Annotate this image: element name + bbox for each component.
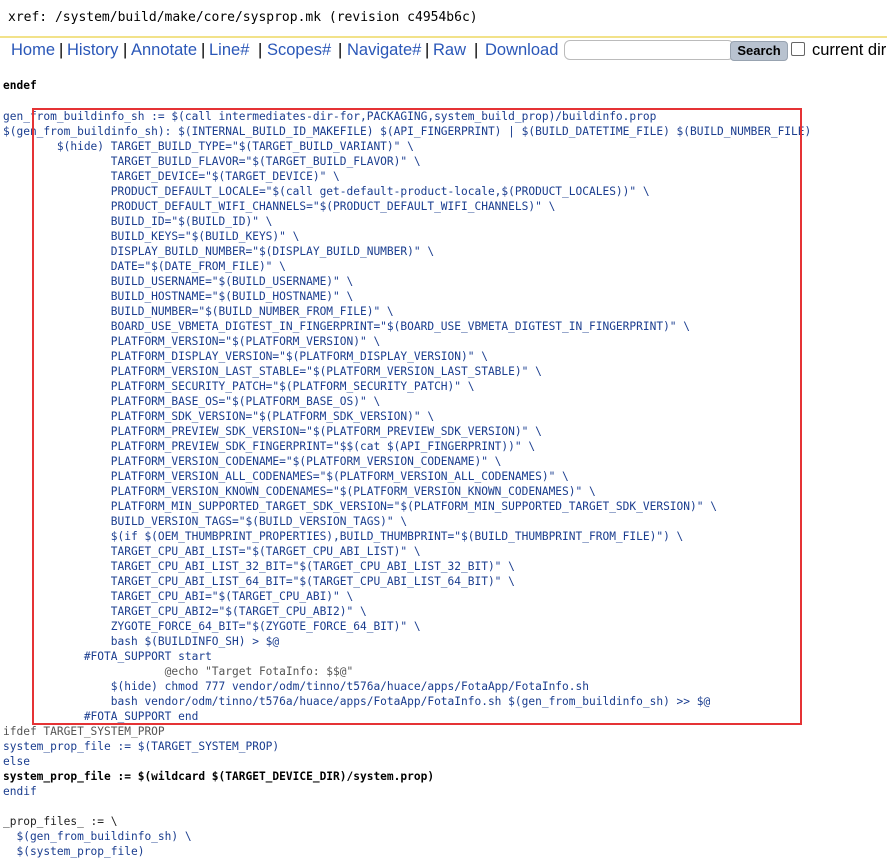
nav-line-link[interactable]: Line# [209, 41, 249, 60]
code-line: BUILD_USERNAME="$(BUILD_USERNAME)" \ [3, 275, 354, 288]
nav-bar: Home | History | Annotate | Line# | Scop… [0, 38, 887, 66]
nav-separator: | [474, 41, 479, 59]
code-comment: ifdef TARGET_SYSTEM_PROP [3, 725, 165, 738]
code-line: BUILD_NUMBER="$(BUILD_NUMBER_FROM_FILE)"… [3, 305, 394, 318]
nav-home-link[interactable]: Home [11, 41, 55, 60]
search-input[interactable] [564, 40, 734, 60]
nav-navigate-link[interactable]: Navigate# [347, 41, 421, 60]
code-line: PLATFORM_SECURITY_PATCH="$(PLATFORM_SECU… [3, 380, 475, 393]
code-line: PLATFORM_VERSION="$(PLATFORM_VERSION)" \ [3, 335, 381, 348]
code-line: PLATFORM_PREVIEW_SDK_FINGERPRINT="$$(cat… [3, 440, 536, 453]
code-line: $(system_prop_file) [3, 845, 145, 858]
nav-separator: | [201, 41, 206, 59]
nav-annotate-link[interactable]: Annotate [131, 41, 197, 60]
code-line: PLATFORM_VERSION_ALL_CODENAMES="$(PLATFO… [3, 470, 569, 483]
code-comment: @echo "Target FotaInfo: $$@" [3, 665, 354, 678]
page-title: xref: /system/build/make/core/sysprop.mk… [8, 10, 478, 25]
code-line: bash $(BUILDINFO_SH) > $@ [3, 635, 280, 648]
code-line: TARGET_CPU_ABI2="$(TARGET_CPU_ABI2)" \ [3, 605, 367, 618]
nav-separator: | [258, 41, 263, 59]
code-line: else [3, 755, 30, 768]
code-line: #FOTA_SUPPORT end [3, 710, 199, 723]
source-code-view: endef gen_from_buildinfo_sh := $(call in… [3, 66, 887, 866]
code-line: BUILD_KEYS="$(BUILD_KEYS)" \ [3, 230, 300, 243]
nav-raw-link[interactable]: Raw [433, 41, 466, 60]
code-line: BUILD_HOSTNAME="$(BUILD_HOSTNAME)" \ [3, 290, 354, 303]
code-line: $(gen_from_buildinfo_sh) \ [3, 830, 192, 843]
code-line: DISPLAY_BUILD_NUMBER="$(DISPLAY_BUILD_NU… [3, 245, 435, 258]
current-dir-checkbox[interactable] [791, 42, 805, 56]
code-line: BUILD_VERSION_TAGS="$(BUILD_VERSION_TAGS… [3, 515, 408, 528]
code-line: TARGET_CPU_ABI="$(TARGET_CPU_ABI)" \ [3, 590, 354, 603]
code-line: PLATFORM_VERSION_LAST_STABLE="$(PLATFORM… [3, 365, 542, 378]
code-line: $(hide) TARGET_BUILD_TYPE="$(TARGET_BUIL… [3, 140, 414, 153]
code-line: PLATFORM_MIN_SUPPORTED_TARGET_SDK_VERSIO… [3, 500, 717, 513]
code-line: system_prop_file := $(wildcard $(TARGET_… [3, 770, 435, 783]
current-dir-label: current dir [812, 41, 887, 59]
code-line: PLATFORM_BASE_OS="$(PLATFORM_BASE_OS)" \ [3, 395, 381, 408]
code-line: DATE="$(DATE_FROM_FILE)" \ [3, 260, 286, 273]
nav-download-link[interactable]: Download [485, 41, 558, 60]
code-line: PLATFORM_PREVIEW_SDK_VERSION="$(PLATFORM… [3, 425, 542, 438]
code-line: TARGET_BUILD_FLAVOR="$(TARGET_BUILD_FLAV… [3, 155, 421, 168]
code-line: TARGET_CPU_ABI_LIST="$(TARGET_CPU_ABI_LI… [3, 545, 421, 558]
code-line: $(gen_from_buildinfo_sh): $(INTERNAL_BUI… [3, 125, 812, 138]
code-line: system_prop_file := $(TARGET_SYSTEM_PROP… [3, 740, 280, 753]
nav-separator: | [59, 41, 64, 59]
code-line: TARGET_CPU_ABI_LIST_32_BIT="$(TARGET_CPU… [3, 560, 515, 573]
code-line: PLATFORM_VERSION_CODENAME="$(PLATFORM_VE… [3, 455, 502, 468]
nav-history-link[interactable]: History [67, 41, 118, 60]
header-bar: xref: /system/build/make/core/sysprop.mk… [0, 0, 887, 38]
code-line: PRODUCT_DEFAULT_LOCALE="$(call get-defau… [3, 185, 650, 198]
code-line: TARGET_CPU_ABI_LIST_64_BIT="$(TARGET_CPU… [3, 575, 515, 588]
code-line: $(if $(OEM_THUMBPRINT_PROPERTIES),BUILD_… [3, 530, 684, 543]
nav-separator: | [338, 41, 343, 59]
code-line: BOARD_USE_VBMETA_DIGTEST_IN_FINGERPRINT=… [3, 320, 691, 333]
code-line: PRODUCT_DEFAULT_WIFI_CHANNELS="$(PRODUCT… [3, 200, 556, 213]
code-line: $(hide) chmod 777 vendor/odm/tinno/t576a… [3, 680, 589, 693]
code-line: _prop_files_ := \ [3, 815, 118, 828]
search-button[interactable]: Search [730, 41, 788, 61]
code-line: ZYGOTE_FORCE_64_BIT="$(ZYGOTE_FORCE_64_B… [3, 620, 421, 633]
code-line: endef [3, 79, 37, 92]
code-line: bash vendor/odm/tinno/t576a/huace/apps/F… [3, 695, 711, 708]
code-line: TARGET_DEVICE="$(TARGET_DEVICE)" \ [3, 170, 340, 183]
code-line: BUILD_ID="$(BUILD_ID)" \ [3, 215, 273, 228]
code-line: PLATFORM_DISPLAY_VERSION="$(PLATFORM_DIS… [3, 350, 488, 363]
nav-separator: | [425, 41, 430, 59]
nav-scopes-link[interactable]: Scopes# [267, 41, 331, 60]
code-line: PLATFORM_SDK_VERSION="$(PLATFORM_SDK_VER… [3, 410, 435, 423]
code-line: gen_from_buildinfo_sh := $(call intermed… [3, 110, 657, 123]
code-line: endif [3, 785, 37, 798]
nav-separator: | [123, 41, 128, 59]
code-line: #FOTA_SUPPORT start [3, 650, 212, 663]
code-line: PLATFORM_VERSION_KNOWN_CODENAMES="$(PLAT… [3, 485, 596, 498]
